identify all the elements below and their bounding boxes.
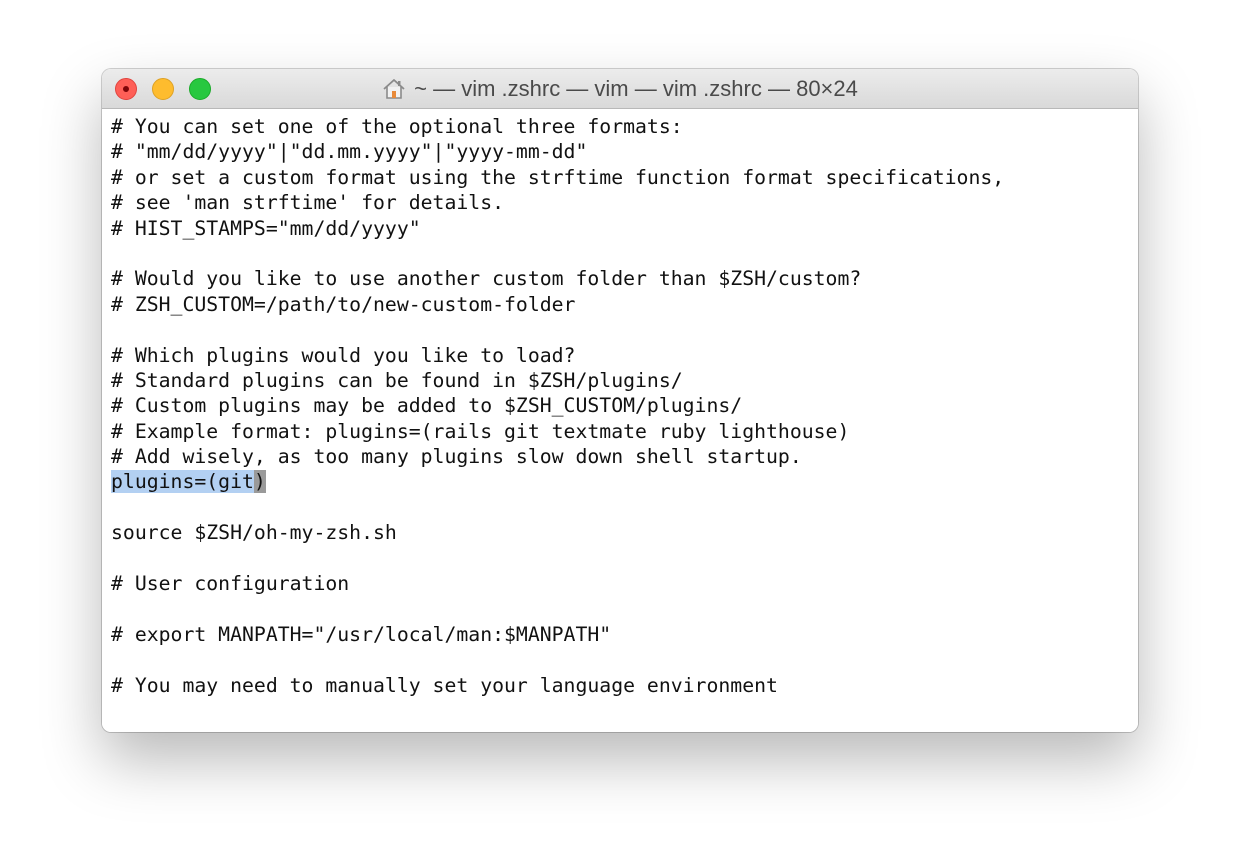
editor-line: # see 'man strftime' for details. [111,191,505,215]
editor-lines: # You can set one of the optional three … [111,114,1004,698]
window-title-text: ~ — vim .zshrc — vim — vim .zshrc — 80×2… [414,75,858,101]
editor-line: # Standard plugins can be found in $ZSH/… [111,368,683,392]
editor-line: # User configuration [111,572,350,596]
editor-line: # Would you like to use another custom f… [111,267,862,291]
editor-line: source $ZSH/oh-my-zsh.sh [111,521,397,545]
editor-line [111,317,1004,342]
home-icon [383,78,405,99]
editor-line: # Add wisely, as too many plugins slow d… [111,445,802,469]
selected-text: plugins=(git [111,470,254,494]
selected-line: plugins=(git) [111,469,1004,494]
editor-line [111,241,1004,266]
title-bar[interactable]: ~ — vim .zshrc — vim — vim .zshrc — 80×2… [102,69,1138,109]
editor-line: # ZSH_CUSTOM=/path/to/new-custom-folder [111,292,576,316]
terminal-window: ~ — vim .zshrc — vim — vim .zshrc — 80×2… [102,69,1138,732]
editor-line [111,596,1004,621]
editor-line [111,647,1004,672]
editor-line [111,495,1004,520]
editor-line: # export MANPATH="/usr/local/man:$MANPAT… [111,622,612,646]
editor-area[interactable]: # You can set one of the optional three … [102,109,1138,732]
editor-line: # You may need to manually set your lang… [111,673,778,697]
editor-line [111,546,1004,571]
editor-line: # Which plugins would you like to load? [111,343,576,367]
editor-line: # Example format: plugins=(rails git tex… [111,419,850,443]
editor-line: # "mm/dd/yyyy"|"dd.mm.yyyy"|"yyyy-mm-dd" [111,140,588,164]
editor-line: # HIST_STAMPS="mm/dd/yyyy" [111,216,421,240]
editor-line: # Custom plugins may be added to $ZSH_CU… [111,394,743,418]
editor-line: # or set a custom format using the strft… [111,165,1005,189]
window-title: ~ — vim .zshrc — vim — vim .zshrc — 80×2… [102,69,1138,108]
text-cursor: ) [253,470,266,494]
editor-line: # You can set one of the optional three … [111,115,683,138]
